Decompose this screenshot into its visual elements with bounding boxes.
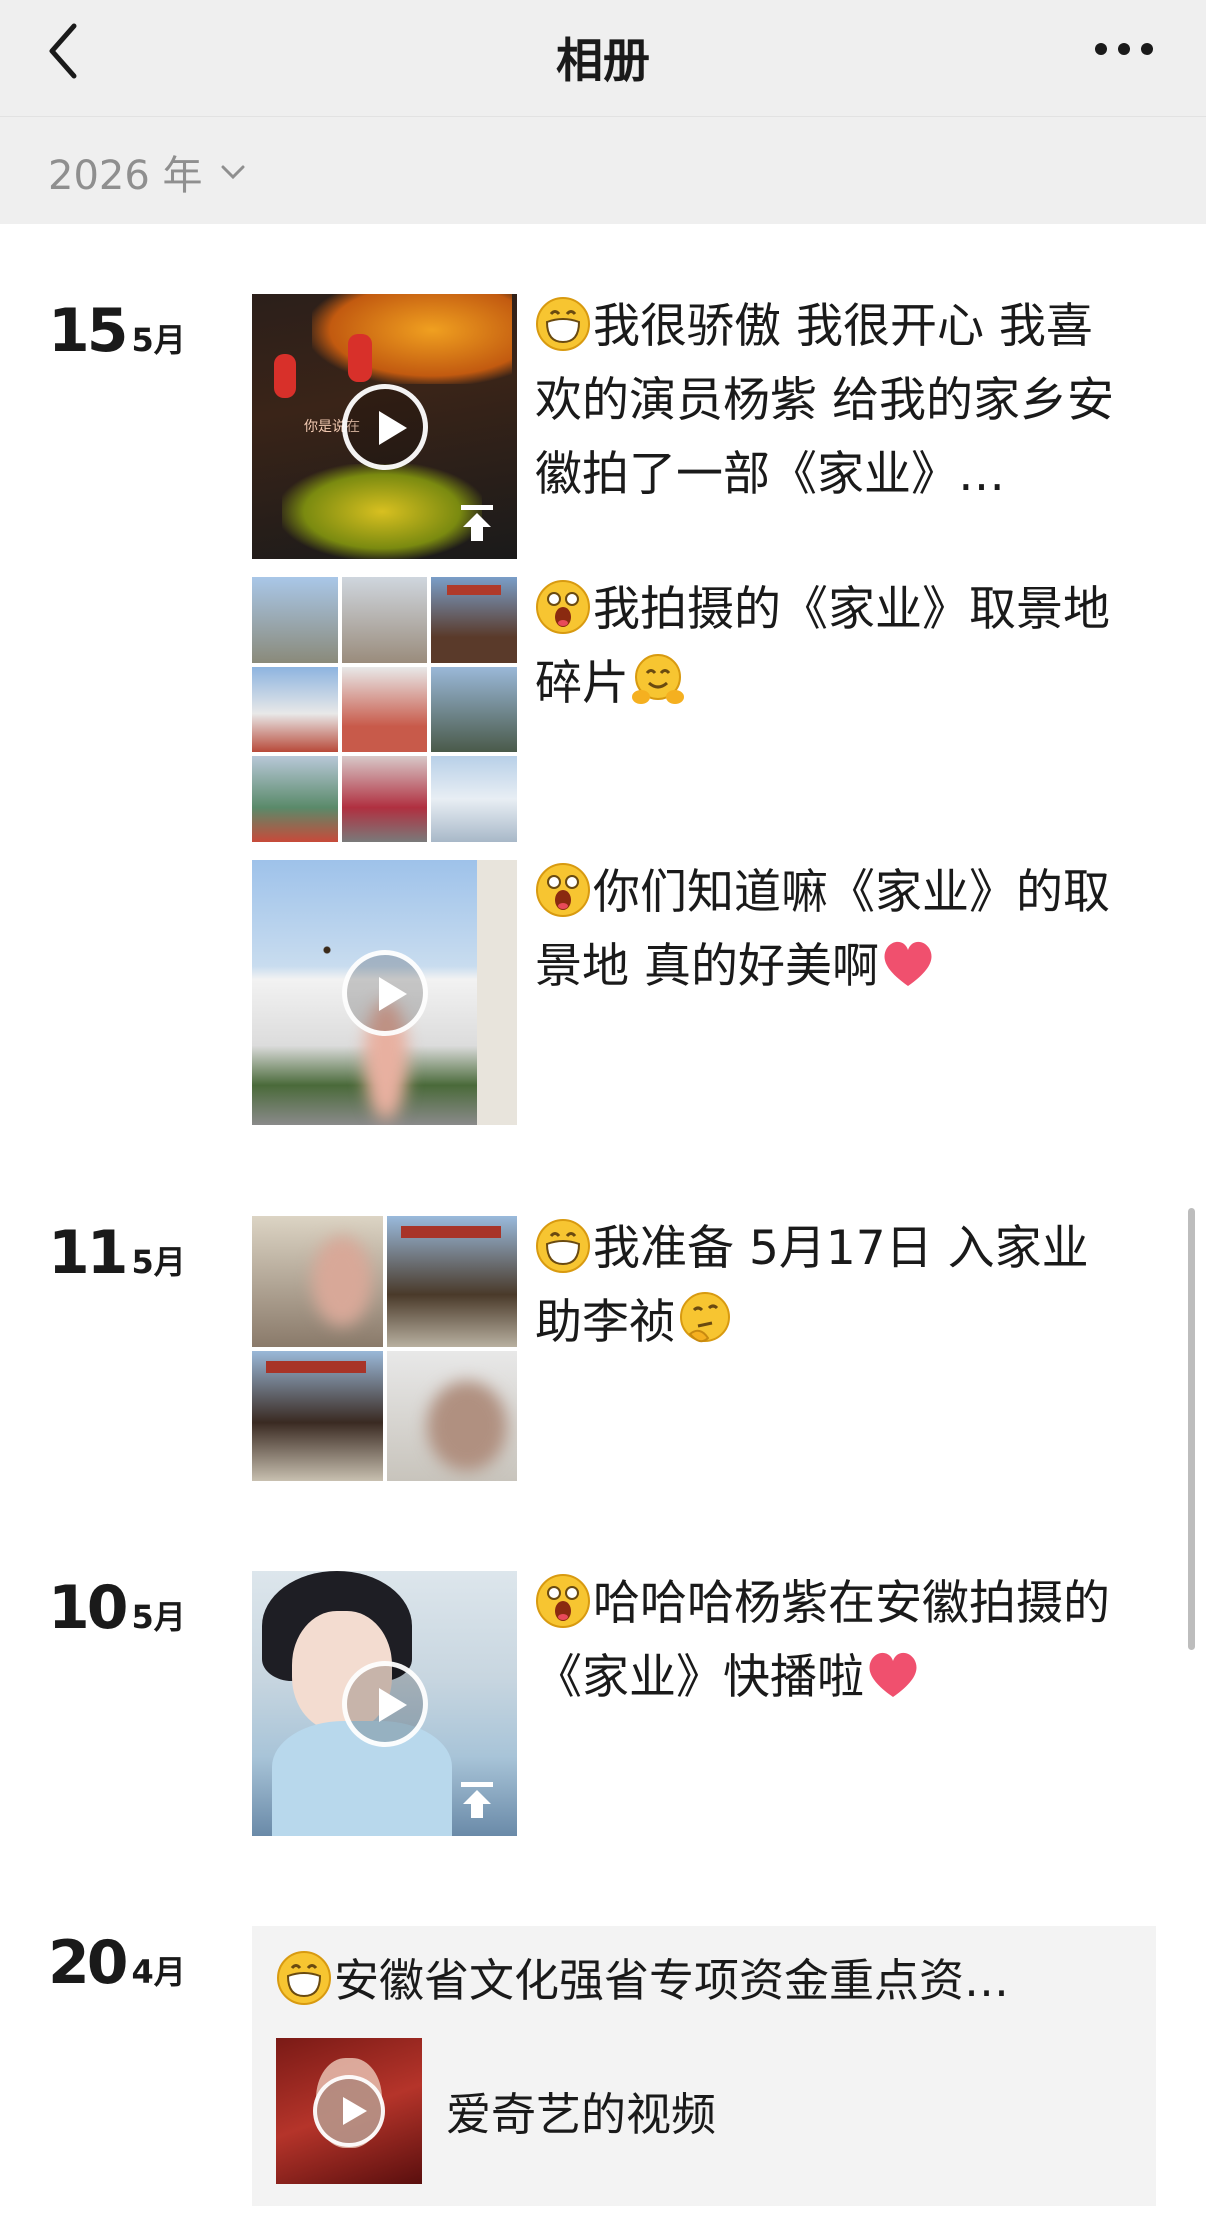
post-thumbnail-grid[interactable] xyxy=(252,1216,517,1481)
post-text-body: 哈哈哈杨紫在安徽拍摄的《家业》快播啦 xyxy=(535,1576,1110,1705)
post-text[interactable]: 我很骄傲 我很开心 我喜欢的演员杨紫 给我的家乡安徽拍了一部《家业》… xyxy=(535,290,1115,512)
hug-emoji-icon xyxy=(632,654,684,704)
surprised-emoji-icon xyxy=(536,863,590,917)
lantern-foliage xyxy=(312,294,512,384)
post-text-body: 我拍摄的《家业》取景地碎片 xyxy=(535,582,1110,711)
share-title-text: 安徽省文化强省专项资金重点资… xyxy=(334,1954,1010,2007)
post-text[interactable]: 哈哈哈杨紫在安徽拍摄的《家业》快播啦 xyxy=(535,1567,1115,1715)
grin-emoji-icon xyxy=(536,1219,590,1273)
date-day: 10 xyxy=(48,1573,128,1643)
red-lantern xyxy=(274,354,296,398)
play-icon[interactable] xyxy=(313,2075,385,2147)
share-source: 爱奇艺的视频 xyxy=(446,2088,717,2141)
heart-emoji-icon xyxy=(869,1652,917,1697)
play-icon[interactable] xyxy=(341,383,428,470)
grid-photo xyxy=(431,756,517,842)
date-day: 11 xyxy=(48,1218,128,1288)
play-icon[interactable] xyxy=(341,949,428,1036)
date-month: 5月 xyxy=(131,321,186,359)
post-thumbnail-video[interactable]: 你是说在 xyxy=(252,294,517,559)
date-month: 4月 xyxy=(131,1953,186,1991)
date-day: 20 xyxy=(48,1928,128,1998)
yellow-foliage xyxy=(282,464,482,559)
scrollbar[interactable] xyxy=(1188,1208,1195,1650)
grid-photo xyxy=(386,1350,517,1481)
post-text-body: 我很骄傲 我很开心 我喜欢的演员杨紫 给我的家乡安徽拍了一部《家业》… xyxy=(535,299,1114,502)
date-label: 11 5月 xyxy=(48,1218,186,1288)
pin-top-icon xyxy=(461,505,493,541)
grid-photo xyxy=(252,577,338,663)
date-month: 5月 xyxy=(131,1598,186,1636)
year-filter-bar: 2026 年 xyxy=(0,117,1206,224)
chevron-down-icon xyxy=(221,165,245,180)
more-dots-icon[interactable] xyxy=(1094,42,1154,56)
date-label: 15 5月 xyxy=(48,296,186,366)
wall xyxy=(477,860,517,1125)
grid-photo xyxy=(431,666,517,753)
play-icon[interactable] xyxy=(341,1660,428,1747)
grid-photo xyxy=(341,577,428,663)
date-day: 15 xyxy=(48,296,128,366)
grin-emoji-icon xyxy=(277,1951,331,2005)
post-thumbnail-video[interactable] xyxy=(252,1571,517,1836)
year-filter-label: 2026 年 xyxy=(48,153,203,199)
post-text[interactable]: 你们知道嘛《家业》的取景地 真的好美啊 xyxy=(535,856,1115,1004)
post-text-body: 你们知道嘛《家业》的取景地 真的好美啊 xyxy=(535,865,1110,994)
date-label: 20 4月 xyxy=(48,1928,186,1998)
share-video-thumbnail[interactable] xyxy=(276,2038,422,2184)
pin-top-icon xyxy=(461,1782,493,1818)
year-filter-button[interactable]: 2026 年 xyxy=(48,143,245,201)
post-thumbnail-grid[interactable] xyxy=(252,577,517,842)
surprised-emoji-icon xyxy=(536,1574,590,1628)
surprised-emoji-icon xyxy=(536,580,590,634)
page-title: 相册 xyxy=(556,34,650,89)
post-text[interactable]: 我准备 5月17日 入家业助李祯 xyxy=(535,1212,1115,1360)
grid-photo xyxy=(252,1216,383,1347)
grid-photo xyxy=(252,666,338,753)
top-bar: 相册 xyxy=(0,0,1206,117)
grid-photo xyxy=(431,577,517,663)
grid-photo xyxy=(386,1216,517,1347)
thinking-emoji-icon xyxy=(680,1292,730,1343)
date-label: 10 5月 xyxy=(48,1573,186,1643)
post-thumbnail-video[interactable] xyxy=(252,860,517,1125)
grid-photo xyxy=(341,756,428,842)
grid-photo xyxy=(252,1350,383,1481)
heart-emoji-icon xyxy=(884,941,932,986)
shared-video-card[interactable]: 安徽省文化强省专项资金重点资… 爱奇艺的视频 xyxy=(252,1926,1156,2206)
date-month: 5月 xyxy=(131,1243,186,1281)
grin-emoji-icon xyxy=(536,297,590,351)
post-text[interactable]: 我拍摄的《家业》取景地碎片 xyxy=(535,573,1115,721)
red-lantern xyxy=(348,334,372,382)
share-title: 安徽省文化强省专项资金重点资… xyxy=(276,1948,1136,2014)
post-text-body: 我准备 5月17日 入家业助李祯 xyxy=(535,1221,1089,1350)
grid-photo xyxy=(341,666,428,753)
grid-photo xyxy=(252,756,338,842)
